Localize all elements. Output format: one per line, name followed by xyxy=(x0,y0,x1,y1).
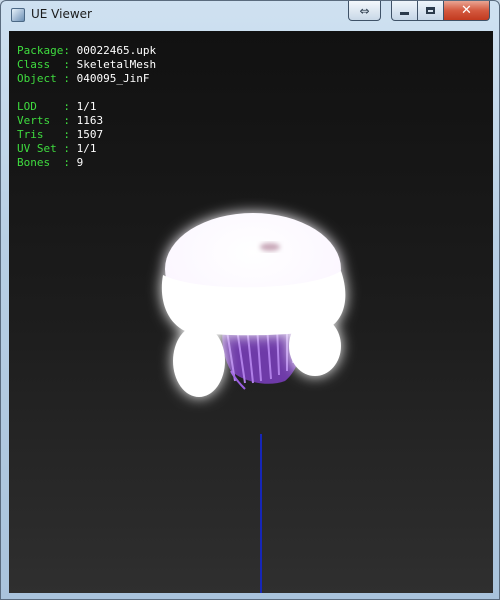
close-icon: ✕ xyxy=(461,3,472,18)
minimize-button[interactable] xyxy=(391,1,418,21)
hat-emblem xyxy=(260,243,280,251)
minimize-icon xyxy=(400,12,409,15)
window-title: UE Viewer xyxy=(31,7,92,21)
close-button[interactable]: ✕ xyxy=(444,1,490,21)
resize-icon: ⇔ xyxy=(359,3,370,18)
maximize-icon xyxy=(426,7,435,14)
app-window: UE Viewer ⇔ ✕ Package: 00022465.upk Clas… xyxy=(0,0,500,600)
title-bar[interactable]: UE Viewer ⇔ ✕ xyxy=(1,1,500,29)
3d-viewport[interactable]: Package: 00022465.upk Class : SkeletalMe… xyxy=(9,31,493,593)
maximize-button[interactable] xyxy=(418,1,444,21)
axis-line xyxy=(260,434,262,593)
skeletal-mesh-render[interactable] xyxy=(9,31,493,593)
resize-button[interactable]: ⇔ xyxy=(348,1,381,21)
app-icon xyxy=(11,8,25,22)
